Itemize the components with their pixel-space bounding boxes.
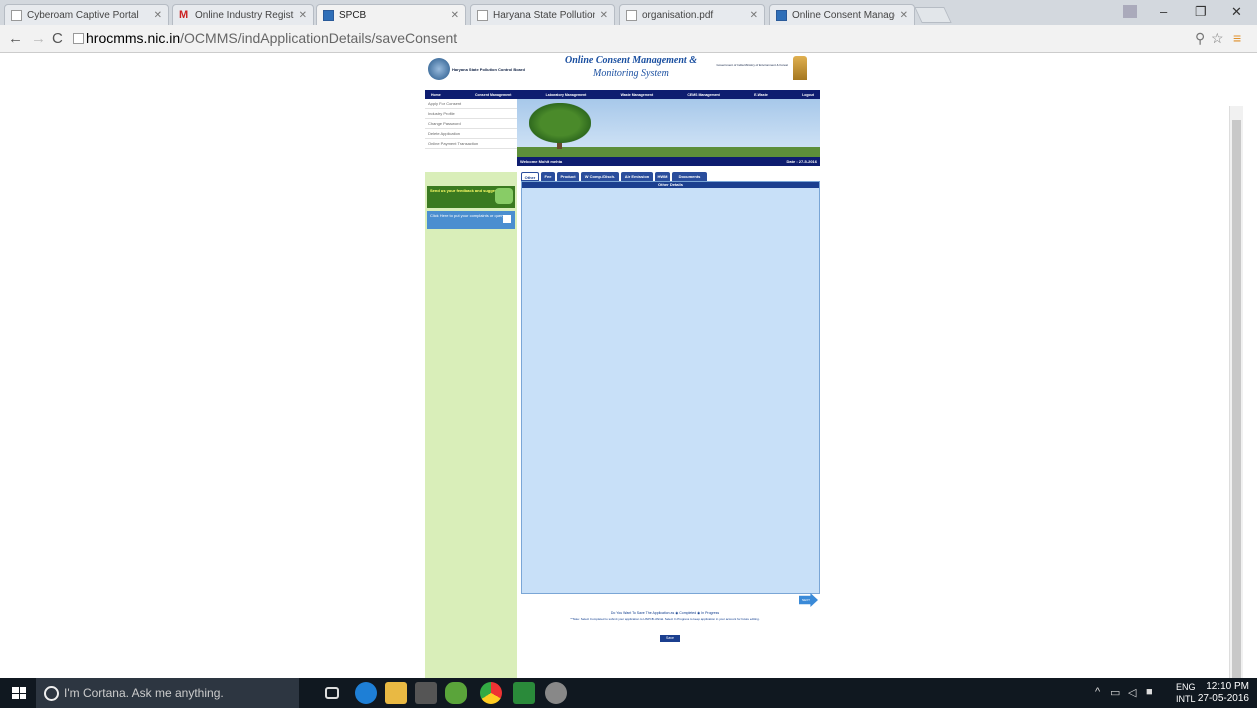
hspcb-logo <box>428 58 450 80</box>
restore-icon[interactable]: ❐ <box>1195 4 1207 20</box>
menu-ewaste[interactable]: E-Waste <box>754 93 768 97</box>
feedback-banner[interactable]: Send us your feedback and suggestions <box>427 186 515 208</box>
excel-icon[interactable] <box>513 682 535 704</box>
sidebar-nav: Apply For Consent Industry Profile Chang… <box>425 99 517 172</box>
cortana-search[interactable]: I'm Cortana. Ask me anything. <box>36 678 299 708</box>
tab-fee[interactable]: Fee <box>541 172 555 181</box>
app-icon[interactable] <box>445 682 467 704</box>
radio-in-progress[interactable]: In Progress <box>701 611 719 615</box>
sidebar-item-password[interactable]: Change Password <box>425 119 517 129</box>
edge-icon[interactable] <box>355 682 377 704</box>
menu-laboratory[interactable]: Laboratory Management <box>546 93 587 97</box>
next-button[interactable]: NEXT <box>799 593 818 607</box>
complaint-icon <box>503 215 511 223</box>
other-details-form: Other Details <box>521 181 820 594</box>
zoom-icon[interactable]: ⚲ <box>1195 30 1205 47</box>
browser-tab-active[interactable]: SPCB ✕ <box>316 4 466 25</box>
menu-logout[interactable]: Logout <box>802 93 814 97</box>
tab-documents[interactable]: Documents <box>672 172 707 181</box>
tab-other[interactable]: Other <box>521 172 539 181</box>
paint-icon[interactable] <box>545 682 567 704</box>
close-icon[interactable]: ✕ <box>600 10 608 21</box>
menu-home[interactable]: Home <box>431 93 441 97</box>
windows-taskbar: I'm Cortana. Ask me anything. ^ ▭ ◁ ■ EN… <box>0 678 1257 708</box>
site-title: Online Consent Management & <box>565 55 697 66</box>
reload-icon[interactable]: C <box>52 30 63 47</box>
address-bar: ← → C hrocmms.nic.in/OCMMS/indApplicatio… <box>0 25 1257 53</box>
page-icon <box>73 33 84 44</box>
sidebar: Apply For Consent Industry Profile Chang… <box>425 99 517 678</box>
main-menu: Home Consent Management Laboratory Manag… <box>425 90 820 99</box>
file-explorer-icon[interactable] <box>385 682 407 704</box>
save-note: **Note: Select Completed to submit your … <box>570 617 760 621</box>
star-icon[interactable]: ☆ <box>1211 30 1224 47</box>
page-viewport: Haryana State Pollution Control Board On… <box>0 53 1243 678</box>
tab-product[interactable]: Product <box>557 172 579 181</box>
back-icon[interactable]: ← <box>8 30 23 47</box>
menu-cems[interactable]: CEMS Management <box>687 93 719 97</box>
browser-tab[interactable]: Haryana State Pollution C✕ <box>470 4 615 25</box>
language-indicator[interactable]: ENG INTL <box>1176 681 1196 705</box>
network-icon[interactable]: ▭ <box>1110 686 1120 699</box>
chrome-icon[interactable] <box>480 682 502 704</box>
task-view-icon[interactable] <box>325 687 339 699</box>
close-icon[interactable]: ✕ <box>299 10 307 21</box>
browser-tab-strip: Cyberoam Captive Portal ✕ M Online Industr… <box>0 0 1257 25</box>
sidebar-item-apply[interactable]: Apply For Consent <box>425 99 517 109</box>
page-icon <box>477 9 488 21</box>
welcome-bar: Welcome Mohit mehta Date : 27-5-2016 <box>517 157 820 166</box>
menu-waste[interactable]: Waste Management <box>621 93 654 97</box>
url-field[interactable]: hrocmms.nic.in/OCMMS/indApplicationDetai… <box>86 30 457 46</box>
store-icon[interactable] <box>415 682 437 704</box>
browser-tab[interactable]: organisation.pdf ✕ <box>619 4 765 25</box>
close-icon[interactable]: ✕ <box>750 10 758 21</box>
forward-icon[interactable]: → <box>31 30 46 47</box>
minimize-icon[interactable]: – <box>1160 4 1167 19</box>
save-button[interactable]: Save <box>660 635 680 642</box>
tree-banner <box>517 99 820 157</box>
feedback-icon <box>495 188 513 204</box>
page-scrollbar[interactable] <box>1229 106 1243 678</box>
spcb-icon <box>323 9 334 21</box>
close-window-icon[interactable]: ✕ <box>1231 4 1242 20</box>
browser-tab[interactable]: MOnline Industry Registrati✕ <box>172 4 314 25</box>
emblem-icon <box>793 56 807 80</box>
board-name: Haryana State Pollution Control Board <box>452 67 525 72</box>
tab-hwm[interactable]: HWM <box>655 172 670 181</box>
tab-air[interactable]: Air Emission <box>621 172 653 181</box>
section-header: Other Details <box>522 182 819 188</box>
windows-start-icon[interactable] <box>12 687 26 699</box>
radio-completed[interactable]: Completed <box>679 611 696 615</box>
form-tabs: Other Fee Product W Comp./Disch. Air Emi… <box>521 172 820 181</box>
tray-up-icon[interactable]: ^ <box>1095 686 1100 698</box>
gmail-icon: M <box>179 8 189 21</box>
clock[interactable]: 12:10 PM 27-05-2016 <box>1198 681 1249 705</box>
save-question: Do You Want To Save The Application as ◉… <box>610 611 720 615</box>
site-header: Haryana State Pollution Control Board On… <box>425 53 820 90</box>
site-subtitle: Monitoring System <box>593 68 669 79</box>
sidebar-item-payment[interactable]: Online Payment Transaction <box>425 139 517 149</box>
profile-icon[interactable] <box>1123 5 1137 18</box>
ministry-text: Government of India Ministry of Environm… <box>716 63 788 67</box>
tree-image <box>529 103 591 143</box>
menu-consent[interactable]: Consent Management <box>475 93 511 97</box>
tab-water[interactable]: W Comp./Disch. <box>581 172 619 181</box>
menu-icon[interactable]: ≡ <box>1233 30 1241 46</box>
close-icon[interactable]: ✕ <box>451 10 459 21</box>
page-icon <box>11 9 22 21</box>
close-icon[interactable]: ✕ <box>900 10 908 21</box>
new-tab-button[interactable] <box>914 7 952 23</box>
spcb-icon <box>776 9 787 21</box>
browser-tab[interactable]: Online Consent Managem✕ <box>769 4 915 25</box>
ocmms-site: Haryana State Pollution Control Board On… <box>425 53 820 678</box>
complaint-banner[interactable]: Click Here to put your complaints or que… <box>427 211 515 229</box>
sidebar-item-delete[interactable]: Delete Application <box>425 129 517 139</box>
volume-icon[interactable]: ◁ <box>1128 686 1136 699</box>
page-icon <box>626 9 637 21</box>
message-icon[interactable]: ■ <box>1146 686 1153 698</box>
sidebar-item-profile[interactable]: Industry Profile <box>425 109 517 119</box>
